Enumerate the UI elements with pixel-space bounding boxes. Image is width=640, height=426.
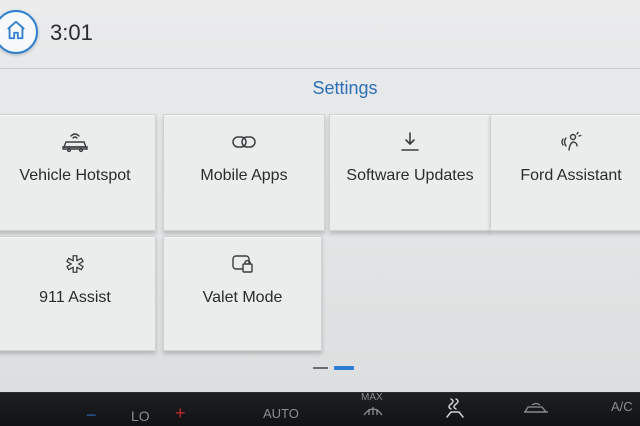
page-indicator [313,366,354,370]
climate-control-bar: − LO + AUTO MAX A/C [0,392,640,426]
tile-label: Mobile Apps [200,167,288,184]
page-title: Settings [312,78,378,98]
voice-assistant-icon [558,131,584,153]
home-icon [5,19,27,46]
tile-mobile-apps[interactable]: Mobile Apps [163,114,325,231]
tile-911-assist[interactable]: 911 Assist [0,236,156,351]
tile-software-updates[interactable]: Software Updates [329,114,491,231]
temp-down-button[interactable]: − [86,405,97,426]
emergency-star-icon [64,253,86,275]
page-dot[interactable] [313,367,328,369]
car-wifi-icon [60,131,90,153]
tile-label: Ford Assistant [520,167,622,184]
tile-vehicle-hotspot[interactable]: Vehicle Hotspot [0,114,156,231]
recirculation-icon[interactable] [522,402,550,419]
ac-button[interactable]: A/C [611,399,633,414]
max-defrost-icon[interactable] [362,403,384,422]
tile-label: 911 Assist [39,289,111,306]
fan-seat-airflow-icon[interactable] [443,395,467,424]
tile-label: Vehicle Hotspot [19,167,131,184]
tile-valet-mode[interactable]: Valet Mode [163,236,322,351]
temp-up-button[interactable]: + [175,403,186,424]
status-bar: 3:01 [0,0,640,69]
max-defrost-label: MAX [361,392,383,403]
tile-label: Software Updates [346,167,474,184]
valet-lock-icon [230,253,256,275]
infotainment-screen: 3:01 Settings Vehicle Hotspot Mobile App… [0,0,640,392]
home-button[interactable] [0,10,38,54]
page-dot-active[interactable] [334,366,354,370]
tile-label: Valet Mode [202,289,283,306]
link-icon [230,131,258,153]
temperature-readout: LO [131,408,150,424]
tile-ford-assistant[interactable]: Ford Assistant [490,114,640,231]
clock: 3:01 [50,20,93,45]
download-icon [398,131,422,153]
auto-climate-button[interactable]: AUTO [263,406,299,421]
